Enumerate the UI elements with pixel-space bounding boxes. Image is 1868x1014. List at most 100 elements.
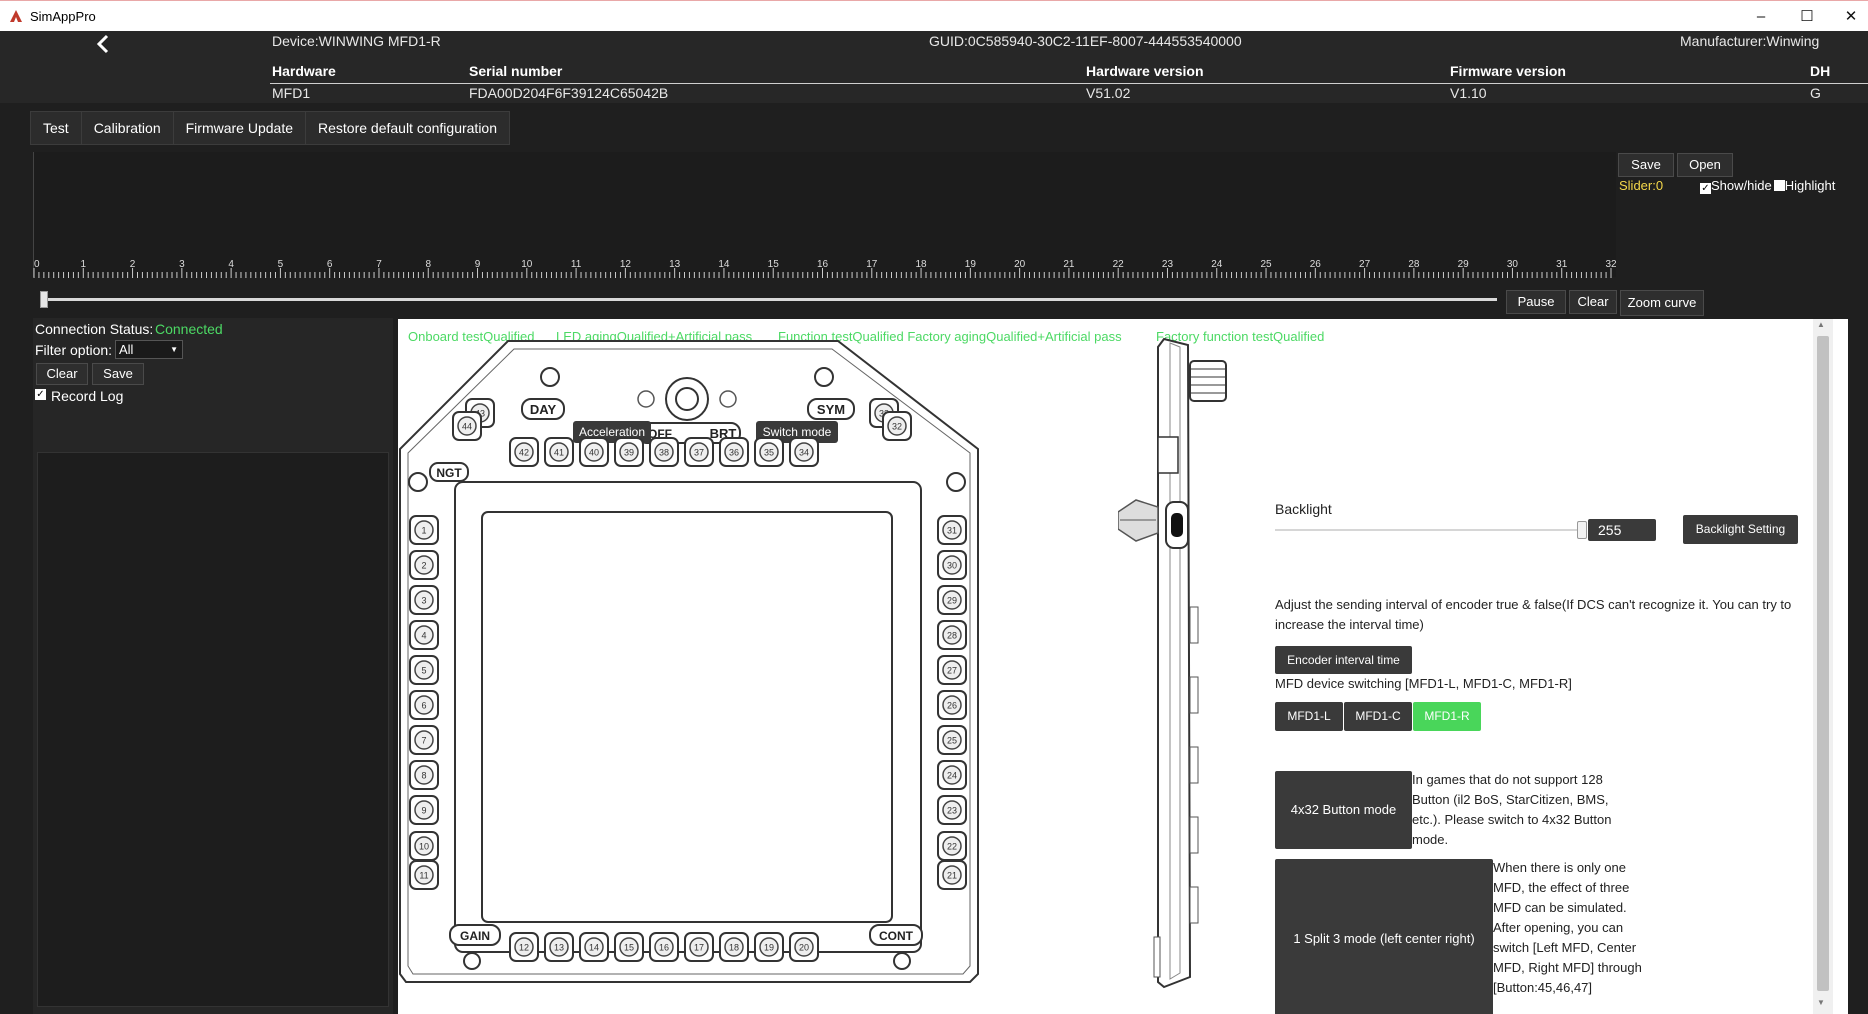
osb-label: 3 <box>421 596 426 606</box>
show-hide-label: Show/hide <box>1711 178 1772 193</box>
highlight-label: Highlight <box>1784 178 1836 193</box>
ruler-tick-label: 15 <box>768 259 780 270</box>
tab-calibration[interactable]: Calibration <box>82 112 174 144</box>
val-serial: FDA00D204F6F39124C65042B <box>469 85 669 101</box>
log-save-button[interactable]: Save <box>92 363 144 385</box>
osb-right-28: 28 <box>937 620 967 650</box>
val-dh: G <box>1810 85 1821 101</box>
filter-option-label: Filter option: <box>35 342 113 358</box>
ruler-tick-label: 1 <box>81 259 87 270</box>
ruler-tick-label: 20 <box>1014 259 1026 270</box>
ruler-tick-label: 22 <box>1113 259 1125 270</box>
osb-top-41: 41 <box>544 437 574 467</box>
osb-label: 11 <box>419 871 428 881</box>
osb-left-10: 10 <box>409 831 439 861</box>
curve-slider-thumb[interactable] <box>40 291 48 308</box>
ruler-tick-label: 14 <box>718 259 730 270</box>
show-hide-toggle[interactable]: ✓Show/hide Highlight <box>1700 178 1835 194</box>
osb-label: 5 <box>421 666 426 676</box>
osb-label: 10 <box>419 842 429 852</box>
osb-label: 13 <box>554 943 564 953</box>
ruler-tick-label: 6 <box>327 259 333 270</box>
day-label: DAY <box>530 402 557 417</box>
device-guid: GUID:0C585940-30C2-11EF-8007-44455354000… <box>929 33 1242 49</box>
curve-save-button[interactable]: Save <box>1618 153 1674 177</box>
app-title: SimAppPro <box>30 9 96 24</box>
osb-label: 25 <box>947 736 957 746</box>
curve-open-button[interactable]: Open <box>1677 153 1733 177</box>
osb-top-36: 36 <box>719 437 749 467</box>
osb-label: 17 <box>694 943 704 953</box>
minimize-button[interactable]: – <box>1738 5 1784 29</box>
osb-label: 36 <box>729 448 739 458</box>
show-hide-checkbox[interactable]: ✓ <box>1700 183 1711 194</box>
backlight-setting-button[interactable]: Backlight Setting <box>1683 515 1798 544</box>
maximize-button[interactable]: ☐ <box>1784 5 1830 29</box>
scroll-down-icon[interactable]: ▼ <box>1817 998 1825 1007</box>
osb-label: 12 <box>519 943 529 953</box>
log-clear-button[interactable]: Clear <box>36 363 88 385</box>
osb-right-23: 23 <box>937 795 967 825</box>
switch-mode-tooltip: Switch mode <box>763 425 832 439</box>
ruler-tick-label: 9 <box>475 259 481 270</box>
osb-label: 6 <box>421 701 426 711</box>
osb-right-21: 21 <box>937 860 967 890</box>
ruler-tick-label: 16 <box>817 259 829 270</box>
osb-corner-44: 44 <box>452 411 482 441</box>
ruler-tick-label: 28 <box>1408 259 1420 270</box>
mfd1-c-button[interactable]: MFD1-C <box>1344 702 1412 731</box>
backlight-slider-track[interactable] <box>1275 529 1582 531</box>
col-serial: Serial number <box>469 63 563 79</box>
tab-firmware-update[interactable]: Firmware Update <box>174 112 306 144</box>
mfd1-l-button[interactable]: MFD1-L <box>1275 702 1343 731</box>
mode-4x32-button[interactable]: 4x32 Button mode <box>1275 771 1412 849</box>
osb-label: 44 <box>462 422 472 432</box>
osb-label: 28 <box>947 631 957 641</box>
cont-label: CONT <box>879 929 914 943</box>
osb-top-38: 38 <box>649 437 679 467</box>
osb-bottom-18: 18 <box>719 932 749 962</box>
ruler-tick-label: 2 <box>130 259 136 270</box>
osb-label: 29 <box>947 596 957 606</box>
filter-select-value: All <box>119 342 134 357</box>
osb-right-30: 30 <box>937 550 967 580</box>
acceleration-tooltip: Acceleration <box>579 425 645 439</box>
encoder-interval-button[interactable]: Encoder interval time <box>1275 646 1412 674</box>
filter-select[interactable]: All ▼ <box>115 340 183 359</box>
tab-restore-default[interactable]: Restore default configuration <box>306 112 509 144</box>
osb-label: 31 <box>947 526 957 536</box>
curve-clear-button[interactable]: Clear <box>1569 290 1617 314</box>
ruler-tick-label: 23 <box>1162 259 1174 270</box>
osb-label: 21 <box>947 871 957 881</box>
back-arrow-icon[interactable] <box>94 33 112 55</box>
osb-label: 8 <box>421 771 426 781</box>
tab-test[interactable]: Test <box>31 112 82 144</box>
osb-left-4: 4 <box>409 620 439 650</box>
osb-left-3: 3 <box>409 585 439 615</box>
ruler-tick-label: 13 <box>669 259 681 270</box>
pause-button[interactable]: Pause <box>1506 290 1566 314</box>
sym-label: SYM <box>817 402 845 417</box>
zoom-curve-button[interactable]: Zoom curve <box>1620 290 1704 316</box>
osb-label: 9 <box>421 806 426 816</box>
highlight-checkbox[interactable] <box>1773 180 1785 191</box>
val-fw-version: V1.10 <box>1450 85 1487 101</box>
scroll-up-icon[interactable]: ▲ <box>1817 320 1825 329</box>
osb-label: 38 <box>659 448 669 458</box>
backlight-slider-thumb[interactable] <box>1577 521 1587 539</box>
close-button[interactable]: ✕ <box>1828 5 1868 29</box>
osb-label: 20 <box>799 943 809 953</box>
record-log-checkbox[interactable]: ✓ <box>35 389 46 400</box>
mfd1-r-button[interactable]: MFD1-R <box>1413 702 1481 731</box>
osb-bottom-20: 20 <box>789 932 819 962</box>
osb-top-42: 42 <box>509 437 539 467</box>
ruler-tick-label: 30 <box>1507 259 1519 270</box>
osb-bottom-19: 19 <box>754 932 784 962</box>
osb-label: 40 <box>589 448 599 458</box>
curve-slider-track[interactable] <box>40 298 1497 301</box>
backlight-value-input[interactable]: 255 <box>1588 519 1656 541</box>
gain-label: GAIN <box>460 929 490 943</box>
main-scroll-thumb[interactable] <box>1817 336 1829 991</box>
osb-label: 1 <box>421 526 426 536</box>
split-3-mode-button[interactable]: 1 Split 3 mode (left center right) <box>1275 859 1493 1014</box>
